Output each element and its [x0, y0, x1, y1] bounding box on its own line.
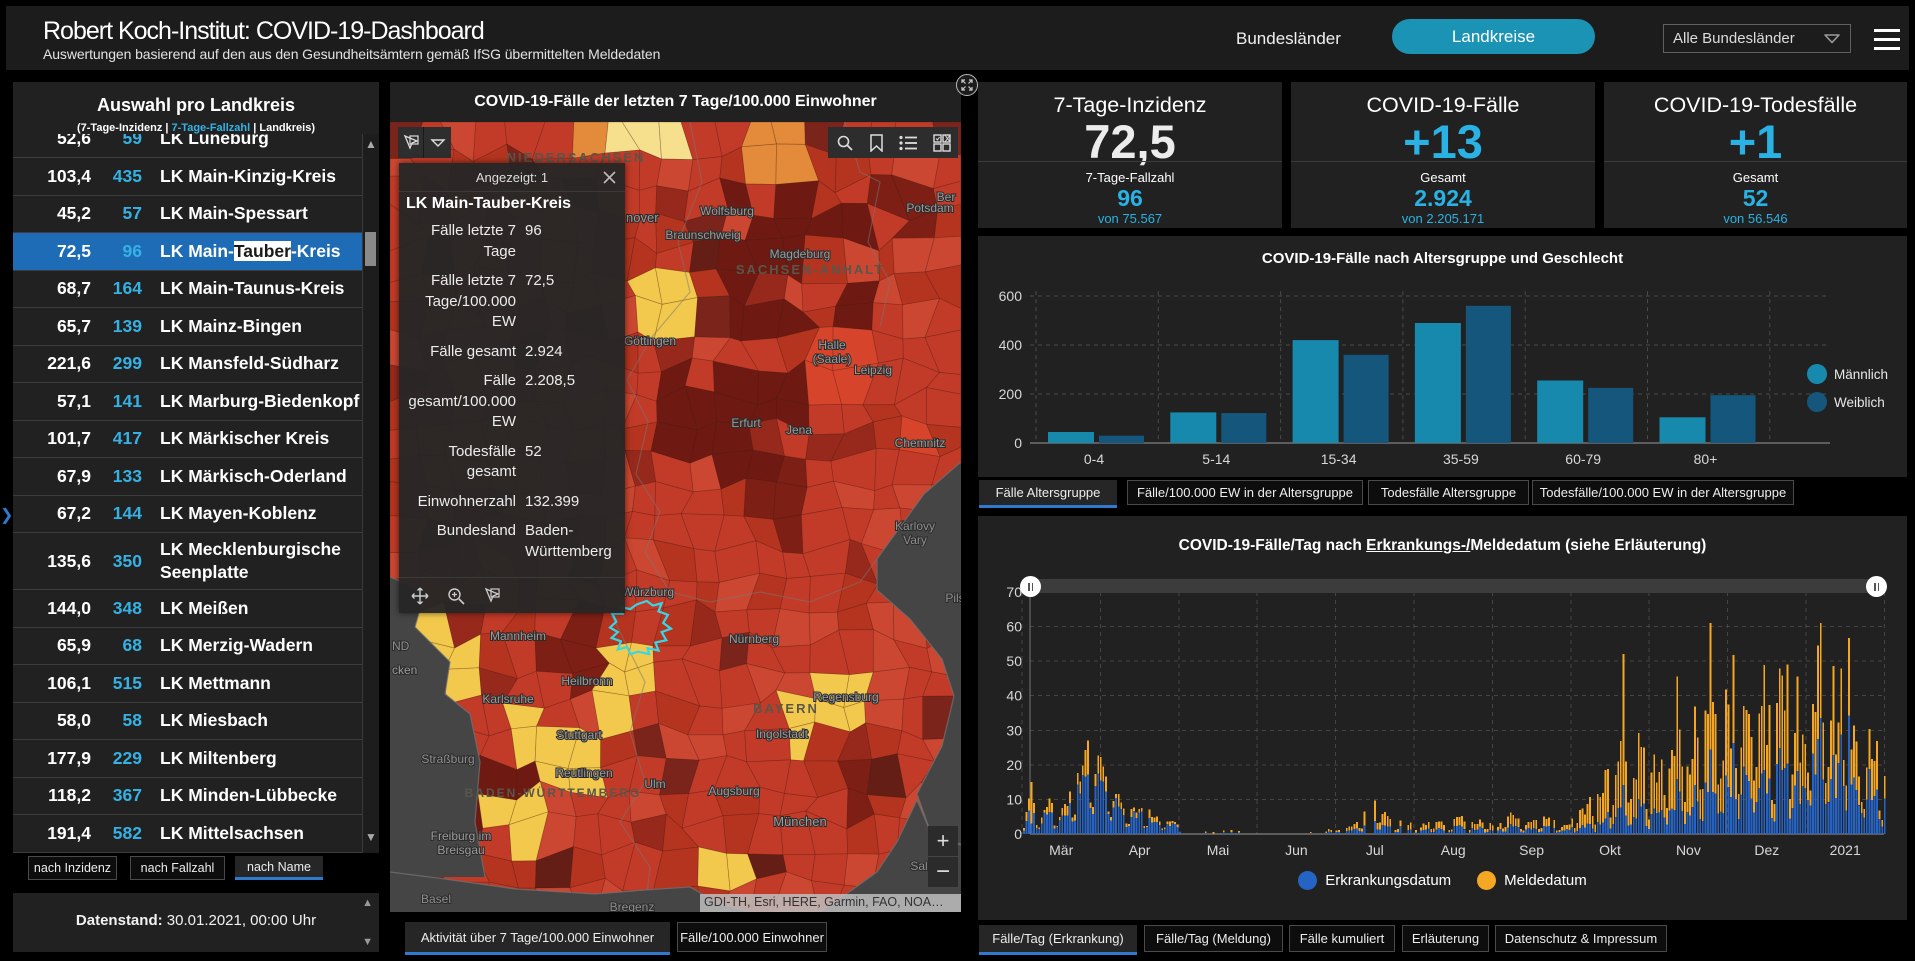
svg-text:Okt: Okt: [1599, 842, 1621, 858]
svg-text:Stuttgart: Stuttgart: [556, 728, 602, 742]
svg-text:Vary: Vary: [903, 533, 927, 547]
svg-text:Nürnberg: Nürnberg: [729, 632, 779, 646]
svg-text:Sep: Sep: [1519, 842, 1544, 858]
svg-text:Jena: Jena: [786, 423, 812, 437]
svg-text:(Saale): (Saale): [813, 352, 852, 366]
svg-text:Breisgau: Breisgau: [437, 843, 484, 857]
svg-text:Göttingen: Göttingen: [624, 334, 676, 348]
svg-text:15-34: 15-34: [1321, 451, 1357, 467]
svg-text:Dez: Dez: [1754, 842, 1779, 858]
svg-text:Erfurt: Erfurt: [731, 416, 761, 430]
svg-text:Freiburg im: Freiburg im: [431, 829, 492, 843]
svg-text:Mär: Mär: [1049, 842, 1073, 858]
svg-text:Aug: Aug: [1441, 842, 1466, 858]
svg-text:0: 0: [1014, 826, 1022, 842]
svg-text:20: 20: [1006, 757, 1022, 773]
svg-text:ND: ND: [392, 639, 410, 653]
svg-text:30: 30: [1006, 722, 1022, 738]
svg-text:Mai: Mai: [1207, 842, 1230, 858]
svg-text:35-59: 35-59: [1443, 451, 1479, 467]
svg-text:2021: 2021: [1830, 842, 1861, 858]
svg-text:Mannheim: Mannheim: [490, 629, 546, 643]
svg-text:Sal: Sal: [910, 859, 927, 873]
svg-text:Heilbronn: Heilbronn: [561, 674, 612, 688]
svg-text:60: 60: [1006, 619, 1022, 635]
svg-text:Ber: Ber: [937, 190, 956, 204]
svg-text:Würzburg: Würzburg: [622, 585, 674, 599]
svg-text:Karlsruhe: Karlsruhe: [482, 692, 534, 706]
svg-text:Straßburg: Straßburg: [421, 752, 474, 766]
svg-text:200: 200: [999, 386, 1023, 402]
svg-text:Magdeburg: Magdeburg: [770, 247, 831, 261]
svg-text:600: 600: [999, 288, 1023, 304]
svg-text:Männlich: Männlich: [1834, 367, 1888, 382]
svg-text:60-79: 60-79: [1565, 451, 1601, 467]
svg-text:Halle: Halle: [818, 338, 846, 352]
svg-text:Chemnitz: Chemnitz: [895, 436, 946, 450]
svg-text:Augsburg: Augsburg: [708, 784, 759, 798]
svg-text:Weiblich: Weiblich: [1834, 395, 1885, 410]
svg-text:Reutlingen: Reutlingen: [555, 766, 612, 780]
svg-text:BAYERN: BAYERN: [753, 701, 819, 716]
svg-text:Pils: Pils: [945, 591, 961, 605]
svg-text:0-4: 0-4: [1084, 451, 1104, 467]
svg-text:Braunschweig: Braunschweig: [665, 228, 740, 242]
svg-text:10: 10: [1006, 791, 1022, 807]
svg-text:Nov: Nov: [1676, 842, 1701, 858]
svg-text:50: 50: [1006, 653, 1022, 669]
svg-text:Karlovy: Karlovy: [895, 519, 935, 533]
svg-text:Bregenz: Bregenz: [610, 900, 655, 912]
svg-text:40: 40: [1006, 688, 1022, 704]
svg-text:Apr: Apr: [1129, 842, 1151, 858]
svg-text:Jul: Jul: [1366, 842, 1384, 858]
svg-text:Jun: Jun: [1285, 842, 1308, 858]
svg-text:Basel: Basel: [421, 892, 451, 906]
svg-text:Wolfsburg: Wolfsburg: [700, 204, 754, 218]
svg-text:Regensburg: Regensburg: [813, 690, 878, 704]
svg-text:80+: 80+: [1694, 451, 1718, 467]
svg-text:nover: nover: [626, 210, 659, 225]
svg-text:0: 0: [1014, 435, 1022, 451]
svg-text:Leipzig: Leipzig: [854, 363, 892, 377]
svg-text:BADEN-WÜRTTEMBERG: BADEN-WÜRTTEMBERG: [465, 785, 642, 800]
svg-text:5-14: 5-14: [1202, 451, 1230, 467]
svg-text:400: 400: [999, 337, 1023, 353]
svg-text:München: München: [773, 814, 826, 829]
svg-text:Ingolstadt: Ingolstadt: [756, 727, 809, 741]
svg-text:Ulm: Ulm: [644, 777, 665, 791]
svg-text:cken: cken: [392, 663, 417, 677]
svg-text:SACHSEN-ANHALT: SACHSEN-ANHALT: [736, 262, 884, 277]
